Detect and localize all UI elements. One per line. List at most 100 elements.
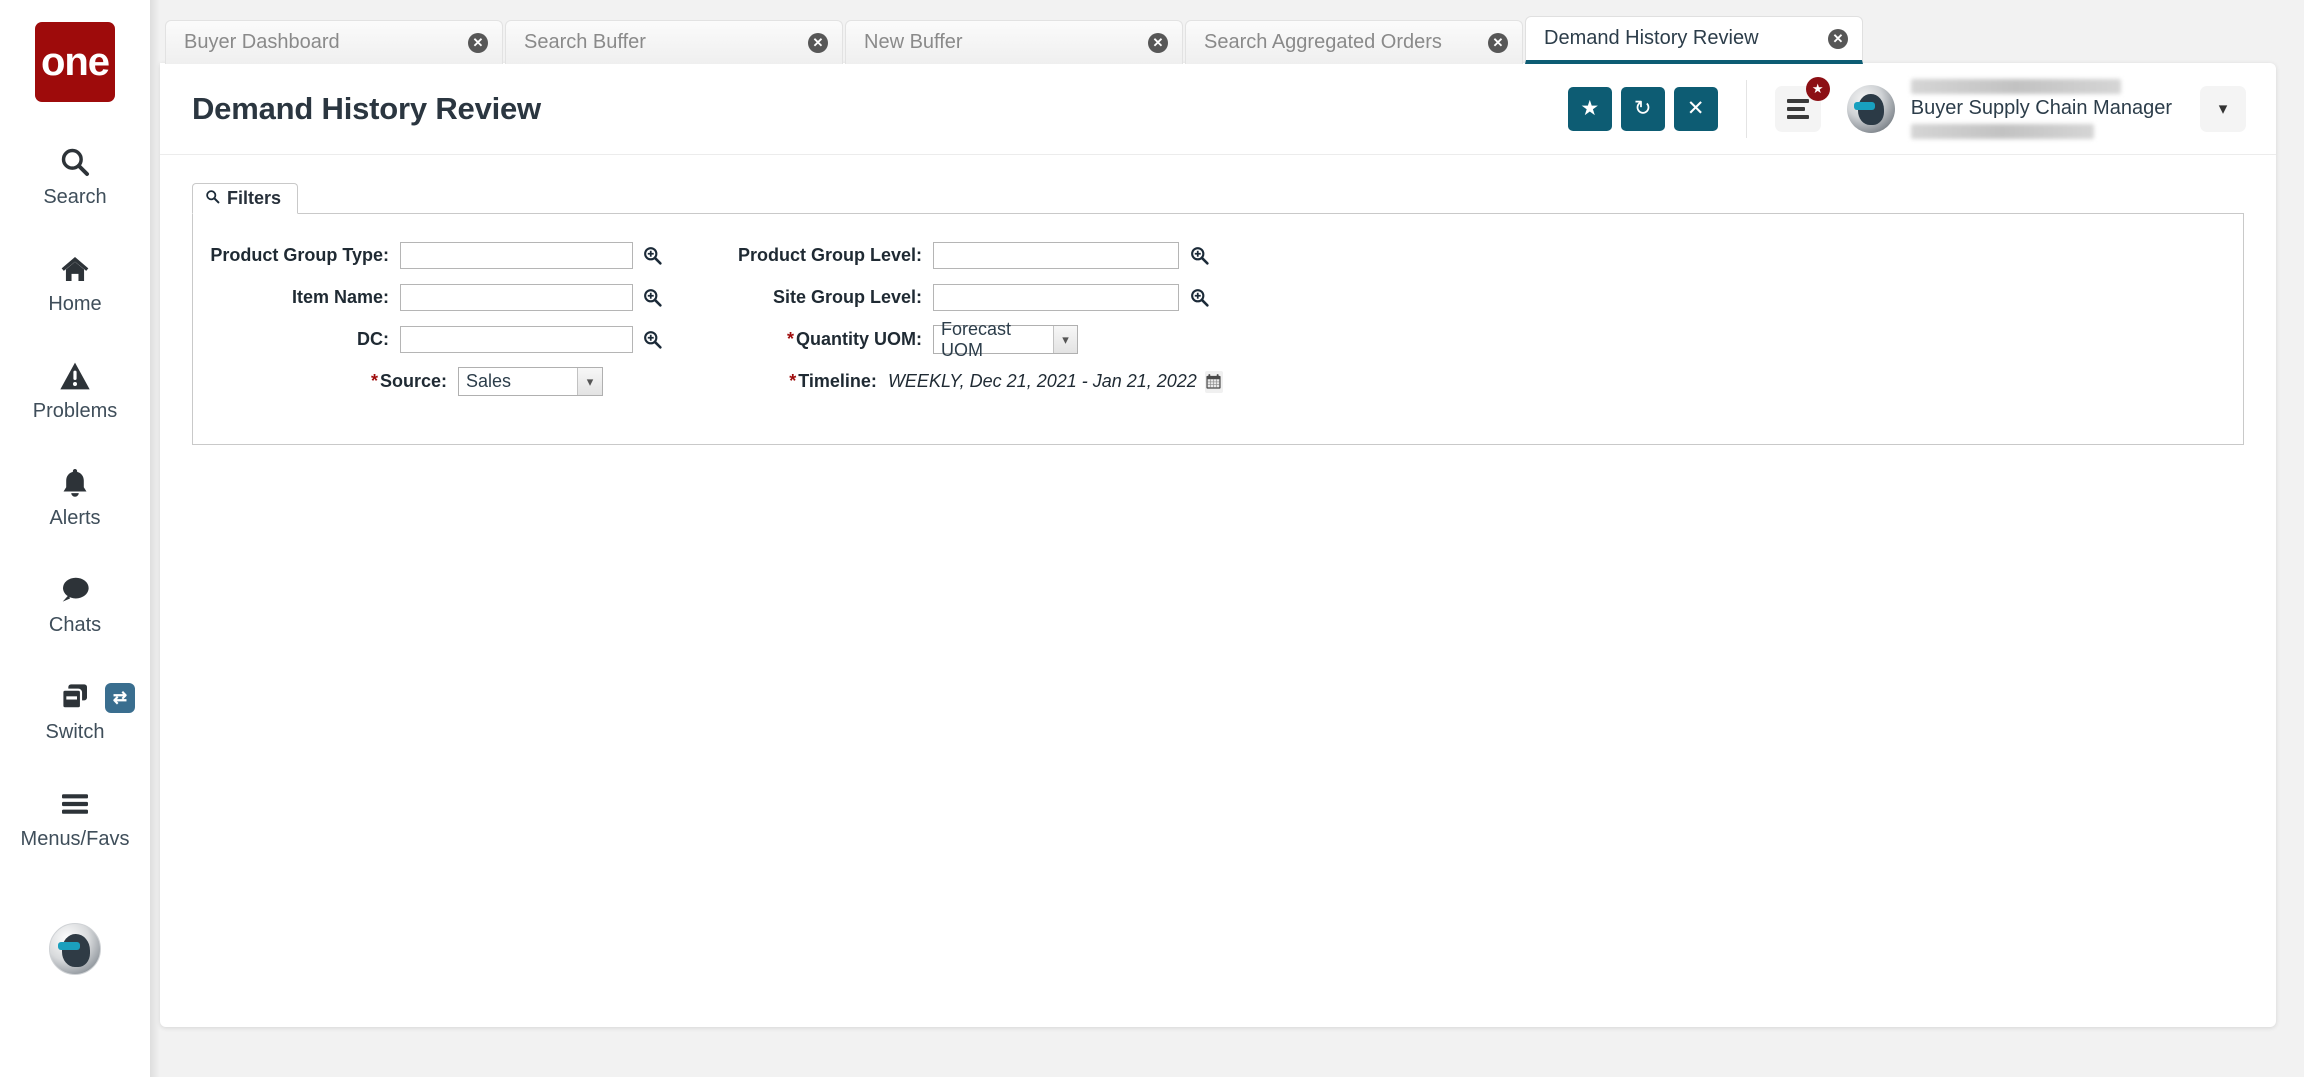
search-icon xyxy=(205,188,220,209)
field-product-group-type: Product Group Type: xyxy=(193,236,663,275)
tab-label: Search Buffer xyxy=(524,31,646,53)
magnifier-plus-icon[interactable] xyxy=(1188,287,1210,309)
field-product-group-level: Product Group Level: xyxy=(663,236,1223,275)
field-label: Site Group Level: xyxy=(772,287,922,307)
sidebar-item-home[interactable]: Home xyxy=(0,247,150,316)
sidebar-item-menus-favs[interactable]: Menus/Favs xyxy=(0,782,150,851)
swap-arrows-icon[interactable]: ⇄ xyxy=(105,683,135,713)
hamburger-icon xyxy=(59,782,91,826)
magnifier-plus-icon[interactable] xyxy=(642,287,663,309)
sidebar-item-switch[interactable]: ⇄ Switch xyxy=(0,675,150,744)
tab-label: Demand History Review xyxy=(1544,27,1759,49)
field-quantity-uom: * Quantity UOM: Forecast UOM ▾ xyxy=(663,319,1223,360)
sidebar-item-chats[interactable]: Chats xyxy=(0,568,150,637)
avatar[interactable] xyxy=(49,923,101,975)
hamburger-menu-icon xyxy=(1786,98,1809,119)
tab-buyer-dashboard[interactable]: Buyer Dashboard ✕ xyxy=(165,20,503,64)
header-divider xyxy=(1745,79,1747,138)
filters-left-column: Product Group Type: Item Name: DC: * Sou… xyxy=(193,236,663,404)
field-label: * Quantity UOM: xyxy=(663,329,933,350)
close-circle-icon[interactable]: ✕ xyxy=(1488,32,1508,53)
star-badge-icon: ★ xyxy=(1805,76,1830,101)
field-label: * Timeline: xyxy=(663,371,888,392)
magnifier-plus-icon[interactable] xyxy=(642,245,663,267)
header-menu-button[interactable]: ★ xyxy=(1774,76,1830,132)
close-button[interactable]: ✕ xyxy=(1673,86,1718,131)
product-group-type-input[interactable] xyxy=(400,242,633,269)
field-label: Product Group Level: xyxy=(737,245,922,265)
tab-bar: Buyer Dashboard ✕ Search Buffer ✕ New Bu… xyxy=(165,16,1865,64)
required-marker: * xyxy=(789,371,797,391)
field-timeline: * Timeline: WEEKLY, Dec 21, 2021 - Jan 21… xyxy=(663,362,1223,401)
x-icon: ✕ xyxy=(1686,97,1705,120)
dc-input[interactable] xyxy=(400,326,633,353)
left-sidebar: one Search Home Problems Alerts Chats ⇄ … xyxy=(0,0,160,1077)
sidebar-item-label: Home xyxy=(48,293,102,315)
sidebar-item-alerts[interactable]: Alerts xyxy=(0,461,150,530)
item-name-input[interactable] xyxy=(400,284,633,311)
source-select[interactable]: Sales ▾ xyxy=(458,367,603,396)
field-source: * Source: Sales ▾ xyxy=(193,362,663,401)
user-email-redacted: ██████████ xyxy=(1910,123,2094,139)
header-action-buttons: ★ ↻ ✕ xyxy=(1567,86,1718,131)
field-label-text: Source: xyxy=(379,371,447,391)
tab-label: Search Aggregated Orders xyxy=(1204,31,1442,53)
field-label-text: Quantity UOM: xyxy=(796,329,922,349)
search-icon xyxy=(59,140,91,184)
magnifier-plus-icon[interactable] xyxy=(642,329,663,351)
product-group-level-input[interactable] xyxy=(933,242,1179,269)
chat-bubble-icon xyxy=(58,568,92,612)
close-circle-icon[interactable]: ✕ xyxy=(1828,28,1848,49)
field-dc: DC: xyxy=(193,320,663,359)
sidebar-item-label: Chats xyxy=(48,614,102,636)
chevron-down-icon: ▾ xyxy=(577,368,602,395)
field-label: Product Group Type: xyxy=(210,245,389,265)
calendar-icon[interactable] xyxy=(1204,370,1223,393)
warning-triangle-icon xyxy=(59,354,91,398)
field-label-text: Timeline: xyxy=(798,371,877,391)
magnifier-plus-icon[interactable] xyxy=(1188,245,1210,267)
quantity-uom-select[interactable]: Forecast UOM ▾ xyxy=(933,319,1078,360)
user-profile[interactable]: ██████ ██████ Buyer Supply Chain Manager… xyxy=(1846,78,2172,139)
field-label: DC: xyxy=(357,329,389,349)
timeline-value[interactable]: WEEKLY, Dec 21, 2021 - Jan 21, 2022 xyxy=(888,371,1197,392)
tab-search-aggregated-orders[interactable]: Search Aggregated Orders ✕ xyxy=(1185,20,1523,64)
quantity-uom-select-value: Forecast UOM xyxy=(941,318,1012,360)
tab-search-buffer[interactable]: Search Buffer ✕ xyxy=(505,20,843,64)
field-label: * Source: xyxy=(193,371,458,392)
filters-panel-body: Product Group Type: Item Name: DC: * Sou… xyxy=(192,213,2244,445)
user-name-redacted: ██████ ██████ xyxy=(1910,78,2121,94)
tab-filters[interactable]: Filters xyxy=(192,183,299,214)
site-group-level-input[interactable] xyxy=(933,284,1179,311)
filters-grid: Product Group Type: Item Name: DC: * Sou… xyxy=(193,236,2243,404)
refresh-icon: ↻ xyxy=(1633,97,1652,120)
close-circle-icon[interactable]: ✕ xyxy=(808,32,828,53)
tab-demand-history-review[interactable]: Demand History Review ✕ xyxy=(1525,16,1863,64)
required-marker: * xyxy=(786,329,794,349)
sidebar-item-label: Problems xyxy=(32,400,118,422)
filters-tab-label: Filters xyxy=(227,188,282,208)
sidebar-item-problems[interactable]: Problems xyxy=(0,354,150,423)
field-label: Item Name: xyxy=(291,287,389,307)
page-title: Demand History Review xyxy=(192,90,541,126)
home-icon xyxy=(58,247,92,291)
filters-panel-tabs: Filters xyxy=(192,183,2244,214)
filters-section: Filters Product Group Type: Item Name: D… xyxy=(160,155,2276,445)
favorite-button[interactable]: ★ xyxy=(1567,86,1612,131)
user-info: ██████ ██████ Buyer Supply Chain Manager… xyxy=(1910,78,2172,139)
required-marker: * xyxy=(370,371,378,391)
sidebar-item-label: Switch xyxy=(45,721,105,743)
field-item-name: Item Name: xyxy=(193,278,663,317)
page-header: Demand History Review ★ ↻ ✕ ★ ██████ ███… xyxy=(160,63,2276,155)
refresh-button[interactable]: ↻ xyxy=(1620,86,1665,131)
sidebar-item-search[interactable]: Search xyxy=(0,140,150,209)
windows-icon xyxy=(59,675,91,719)
close-circle-icon[interactable]: ✕ xyxy=(1148,32,1168,53)
close-circle-icon[interactable]: ✕ xyxy=(468,32,488,53)
tab-new-buffer[interactable]: New Buffer ✕ xyxy=(845,20,1183,64)
star-icon: ★ xyxy=(1580,97,1600,120)
chevron-down-icon: ▾ xyxy=(1053,326,1077,353)
one-logo[interactable]: one xyxy=(35,22,115,102)
sidebar-item-label: Menus/Favs xyxy=(20,828,130,850)
user-menu-chevron-down-icon[interactable]: ▾ xyxy=(2200,85,2246,132)
